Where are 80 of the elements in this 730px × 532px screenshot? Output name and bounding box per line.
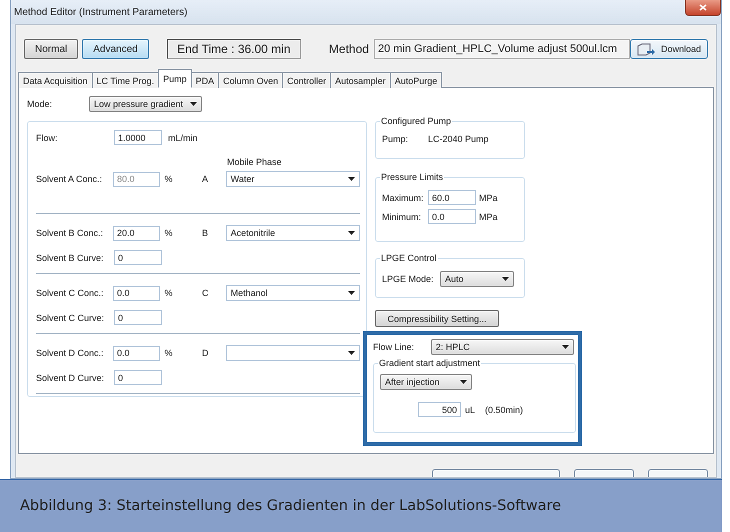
volume-field[interactable]: 500 [418,402,461,417]
time-value: (0.50min) [485,404,524,414]
pump-label: Pump: [382,134,410,144]
mobile-phase-dropdown[interactable] [226,345,360,361]
pressure-unit: MPa [479,192,498,202]
dropdown-caret-icon [190,102,197,106]
tab[interactable]: AutoPurge [390,72,442,88]
pressure-field[interactable]: 0.0 [428,209,476,224]
view-mode-button[interactable]: Normal [24,39,78,59]
download-button[interactable]: Download [630,39,708,59]
dialog-button[interactable] [648,469,708,478]
group-title: Pressure Limits [380,172,444,182]
tab[interactable]: LC Time Prog. [92,72,160,88]
solvent-conc-label: Solvent C Conc.: [36,288,105,298]
solvent-conc-label: Solvent B Conc.: [36,228,104,238]
figure-caption: Abbildung 3: Starteinstellung des Gradienten in der LabSolutions-Software [20,498,562,514]
dropdown-caret-icon [460,380,467,384]
flow-line-dropdown[interactable]: 2: HPLC [430,339,574,355]
dropdown-caret-icon [348,231,356,235]
flow-field[interactable]: 1.0000 [114,130,162,145]
solvent-letter: A [202,174,209,184]
pressure-field[interactable]: 60.0 [428,190,476,205]
lpge-mode-dropdown[interactable]: Auto [440,271,514,287]
solvent-letter: D [202,348,210,358]
dialog-button[interactable] [574,469,634,478]
solvent-curve-label: Solvent D Curve: [36,372,106,382]
flow-label: Flow: [36,132,59,142]
tab[interactable]: Controller [282,72,332,88]
volume-unit: uL [465,404,476,414]
view-mode-button[interactable]: Advanced [82,39,149,59]
solvent-conc-label: Solvent A Conc.: [36,174,104,184]
dropdown-caret-icon [562,345,569,349]
close-button[interactable] [685,0,721,16]
end-time-display: End Time : 36.00 min [166,39,301,59]
flow-line-label: Flow Line: [373,342,416,352]
close-icon [699,4,707,11]
pump-value: LC-2040 Pump [428,134,489,144]
solvent-curve-label: Solvent C Curve: [36,312,106,322]
dropdown-caret-icon [502,277,509,281]
mode-label: Mode: [27,99,54,109]
tab[interactable]: Pump [158,69,192,88]
tab[interactable]: Autosampler [330,72,391,88]
solvent-curve-field[interactable]: 0 [114,250,162,265]
tab[interactable]: Column Oven [218,72,284,88]
solvent-conc-field[interactable]: 0.0 [112,286,160,300]
solvent-curve-field[interactable]: 0 [114,310,162,325]
flow-unit: mL/min [168,132,198,142]
dropdown-caret-icon [348,291,356,295]
group-title: Configured Pump [380,116,452,126]
pressure-unit: MPa [479,212,498,222]
mobile-phase-dropdown[interactable]: Methanol [226,285,360,301]
solvent-conc-label: Solvent D Conc.: [36,348,105,358]
method-label: Method [328,42,369,56]
dropdown-caret-icon [348,351,356,355]
lpge-mode-label: LPGE Mode: [382,274,435,284]
percent-unit: % [164,288,174,298]
solvent-curve-label: Solvent B Curve: [36,252,105,262]
solvent-conc-field[interactable]: 0.0 [112,346,160,360]
percent-unit: % [164,174,174,184]
dropdown-caret-icon [348,177,356,181]
compressibility-setting-button[interactable]: Compressibility Setting... [375,310,499,327]
method-field[interactable]: 20 min Gradient_HPLC_Volume adjust 500ul.lcm [374,39,630,59]
percent-unit: % [164,348,174,358]
solvent-letter: C [202,288,210,298]
pressure-label: Minimum: [382,212,422,222]
solvent-letter: B [202,228,209,238]
dialog-button[interactable] [432,469,560,478]
pressure-label: Maximum: [382,192,425,202]
window-title: Method Editor (Instrument Parameters) [14,6,188,18]
solvent-curve-field[interactable]: 0 [114,370,162,385]
group-title: Gradient start adjustment [378,358,482,368]
mode-dropdown[interactable]: Low pressure gradient [89,96,202,112]
tab[interactable]: Data Acquisition [18,72,93,88]
percent-unit: % [164,228,174,238]
download-icon [636,42,655,56]
solvent-conc-field[interactable]: 20.0 [112,226,160,240]
timing-dropdown[interactable]: After injection [380,374,472,390]
group-title: LPGE Control [380,253,438,263]
mobile-phase-dropdown[interactable]: Acetonitrile [226,225,360,241]
mobile-phase-heading: Mobile Phase [227,157,282,167]
